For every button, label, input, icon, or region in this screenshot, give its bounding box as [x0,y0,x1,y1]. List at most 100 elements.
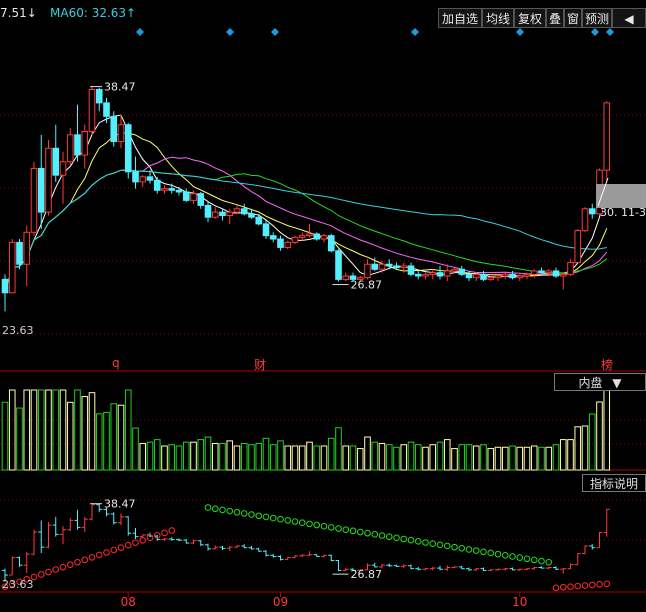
candle-body [117,124,125,143]
sar-dot [364,529,371,537]
diamond-marker-icon [606,28,614,36]
sar-dot [110,546,118,554]
candle-body [501,273,509,277]
sar-dot [124,541,132,549]
volume-bar [291,445,299,471]
candle-body [465,273,473,279]
volume-bar [530,445,538,471]
volume-bars [1,389,611,471]
sar-dot [103,549,110,556]
volume-bar [364,436,371,471]
volume-bar [168,444,176,471]
sar-dot [443,542,451,550]
volume-bar [349,445,357,471]
volume-bar [81,396,89,471]
candle-body [567,262,574,275]
candle-body [298,235,306,238]
volume-bar [298,445,306,471]
volume-bar [45,389,52,471]
volume-bar [422,446,429,471]
volume-bar [190,441,197,471]
candle-body [509,273,516,279]
candle-body [153,179,161,191]
candle-body [59,161,67,176]
volume-bar [277,440,284,471]
sar-dot [320,522,328,530]
candle-body [429,272,437,275]
volume-bar [262,437,270,471]
volume-bar [443,439,451,471]
volume-bar [596,401,603,471]
candle-body [95,88,103,104]
candle-body [581,208,589,232]
volume-bar [23,389,31,471]
sar-dot [226,507,234,515]
volume-bar [95,413,103,471]
event-marker-earnings[interactable]: 财 [254,356,266,373]
sar-dot [530,556,538,564]
candle-body [226,211,234,217]
candle-body [190,193,197,201]
volume-bar [581,425,589,471]
volume-bar [16,407,23,471]
volume-bar [37,389,45,471]
candle-body [458,268,466,275]
sar-dot [255,512,263,520]
sar-dot [487,549,495,557]
volume-bar [175,445,183,471]
sar-dot [472,547,480,554]
volume-bar [110,403,118,471]
high-price-label: 38.47 [104,81,136,94]
sar-dot [400,535,408,543]
indicator-high-label: 38.47 [104,498,136,511]
candle-body [161,188,168,191]
candle-body [291,236,299,243]
event-marker-ranking[interactable]: 榜 [601,356,613,373]
volume-bar [240,442,248,471]
volume-bar [494,446,502,471]
candle-body [472,273,480,279]
volume-type-select[interactable]: 内盘 ▼ [554,373,646,391]
candle-body [335,250,342,280]
indicator-min-label: 23.63 [2,578,34,591]
volume-bar [509,445,516,471]
sar-dot [371,531,379,538]
volume-bar [269,444,277,471]
volume-bar [574,426,582,471]
event-marker-q[interactable]: q [112,356,120,370]
sar-dot [161,529,168,537]
candle-body [277,238,284,248]
sar-dot [291,518,299,525]
volume-bar [103,411,110,471]
candle-body [306,233,313,237]
candle-body [110,115,118,143]
chevron-down-icon: ▼ [612,376,622,390]
sar-dot [494,550,502,558]
candle-body [480,273,487,280]
sar-dot [52,566,60,573]
volume-bar [327,437,335,471]
diamond-marker-icon [591,28,599,36]
candle-body [385,263,393,267]
sar-dot [233,508,241,516]
candle-body [327,235,335,252]
candle-body [523,273,531,277]
volume-bar [306,441,313,471]
sar-dot [378,532,386,539]
volume-bar [117,404,125,471]
indicator-help-button[interactable]: 指标说明 [582,474,646,492]
candle-body [393,265,400,269]
price-range-label: 30. 11-31 [600,206,646,219]
sar-dot [458,545,466,552]
volume-bar [233,445,241,471]
candle-body [30,167,38,233]
volume-bar [8,389,16,471]
candle-body [219,211,226,217]
candlestick-chart[interactable]: 08 09 10 38.47 26.87 23.63 30. 11-31 38.47 26.87… [0,0,646,612]
sar-dot [88,554,96,561]
candle-body [371,263,379,270]
sar-dot [74,558,81,566]
candle-body [16,241,23,265]
volume-bar [516,446,524,471]
sar-dot [95,551,103,559]
